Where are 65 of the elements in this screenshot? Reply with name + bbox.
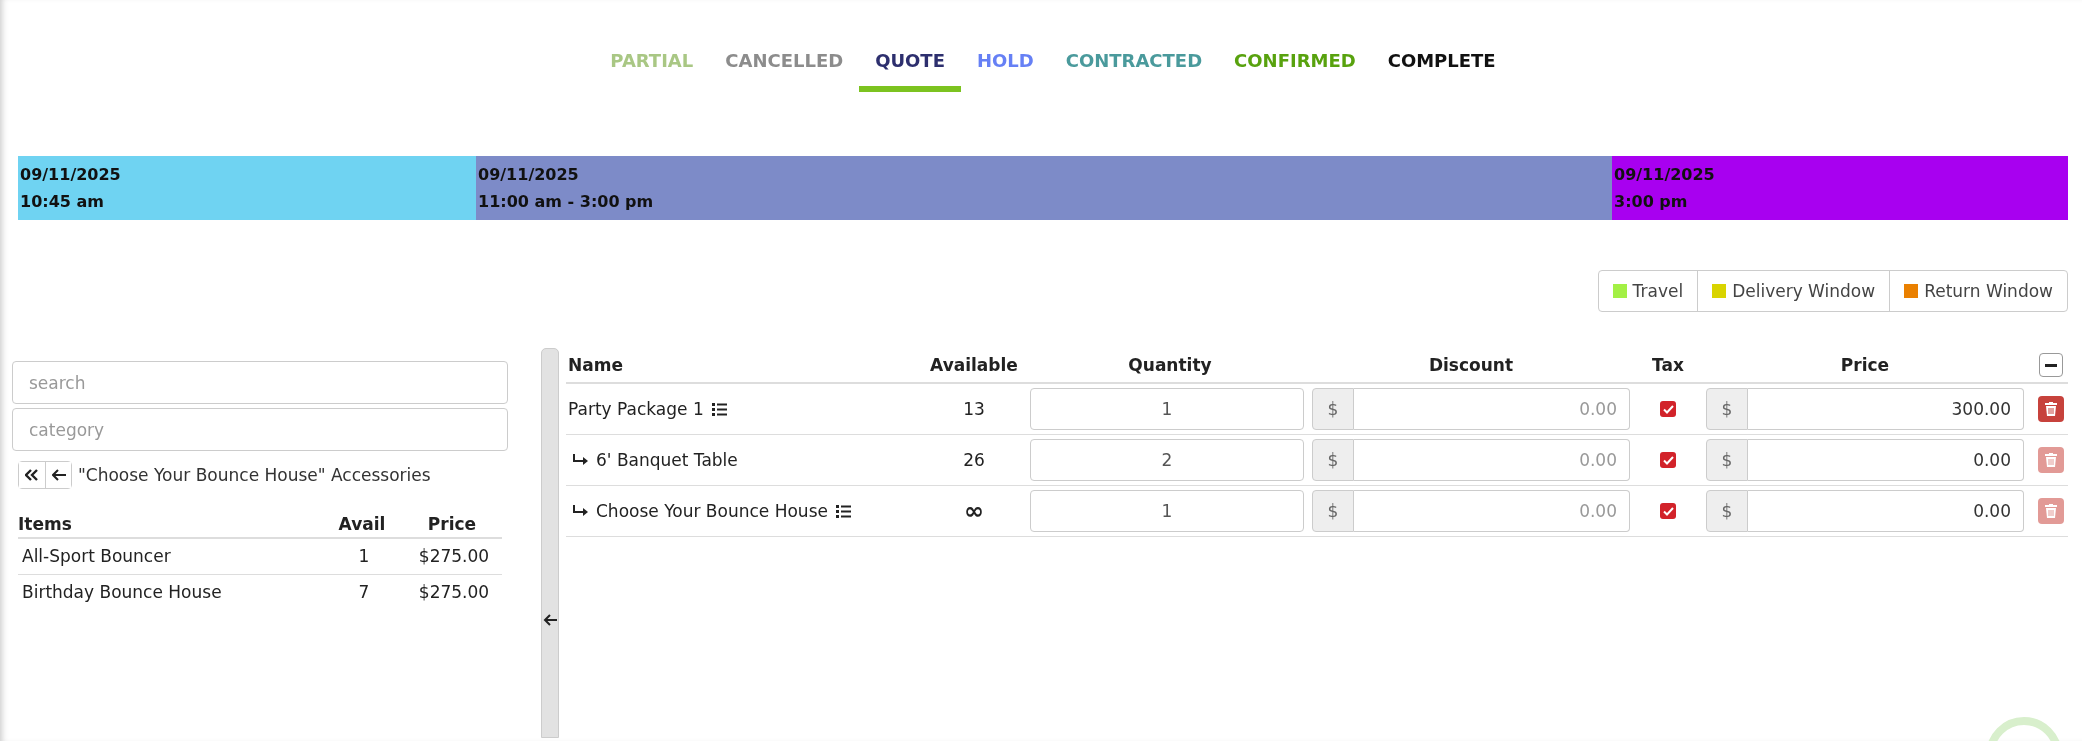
legend-label: Delivery Window [1732, 281, 1876, 301]
item-name[interactable]: All-Sport Bouncer [18, 538, 322, 575]
column-header: Quantity [1127, 355, 1213, 375]
table-cell: $275.00 [402, 538, 502, 575]
trash-icon [2045, 402, 2057, 416]
quantity-field[interactable]: 2 [1030, 439, 1304, 481]
product-name: Choose Your Bounce House [596, 501, 828, 521]
currency-addon: $ [1706, 439, 1748, 481]
trash-icon [2045, 504, 2057, 518]
tax-checkbox[interactable] [1660, 503, 1676, 519]
column-header: Avail [322, 511, 402, 538]
search-field[interactable]: search [12, 361, 508, 404]
price-field[interactable]: 0.00 [1748, 490, 2024, 532]
currency-addon: $ [1312, 388, 1354, 430]
category-title: "Choose Your Bounce House" Accessories [78, 465, 431, 485]
column-header: Available [929, 355, 1019, 375]
arrow-left-icon [51, 469, 66, 481]
list-icon[interactable] [711, 402, 727, 416]
status-tab[interactable]: COMPLETE [1371, 46, 1512, 92]
back-button[interactable] [45, 462, 71, 488]
product-name: Party Package 1 [568, 399, 704, 419]
tax-checkbox[interactable] [1660, 452, 1676, 468]
segment-date: 09/11/2025 [1614, 165, 1716, 184]
currency-addon: $ [1312, 439, 1354, 481]
legend-label: Travel [1632, 281, 1684, 301]
quantity-field[interactable]: 1 [1030, 388, 1304, 430]
segment-time: 11:00 am - 3:00 pm [478, 192, 655, 211]
return-arrow-icon [572, 454, 588, 466]
category-field[interactable]: category [12, 408, 508, 451]
table-cell: 7 [322, 574, 402, 610]
price-field[interactable]: 300.00 [1748, 388, 2024, 430]
column-header: Items [18, 511, 322, 538]
currency-addon: $ [1312, 490, 1354, 532]
available-count: ∞ [963, 497, 985, 525]
available-count: 26 [962, 450, 986, 470]
segment-date: 09/11/2025 [20, 165, 122, 184]
arrow-left-icon [543, 613, 557, 627]
column-header: Price [402, 511, 502, 538]
return-arrow-icon [572, 505, 588, 517]
minus-icon [2045, 363, 2057, 367]
collapse-button[interactable] [2039, 353, 2063, 377]
quantity-field[interactable]: 1 [1030, 490, 1304, 532]
list-icon[interactable] [835, 504, 851, 518]
status-tab[interactable]: QUOTE [859, 46, 961, 92]
available-count: 13 [962, 399, 986, 419]
segment-time: 10:45 am [20, 192, 105, 211]
table-cell: 1 [322, 538, 402, 575]
trash-icon [2045, 453, 2057, 467]
column-header: Name [567, 355, 624, 375]
column-header: Discount [1427, 355, 1515, 375]
double-chevron-left-icon [25, 469, 39, 481]
legend-label: Return Window [1924, 281, 2053, 301]
segment-date: 09/11/2025 [478, 165, 580, 184]
currency-addon: $ [1706, 388, 1748, 430]
currency-addon: $ [1706, 490, 1748, 532]
column-header: Price [1839, 355, 1891, 375]
item-name[interactable]: Birthday Bounce House [18, 574, 322, 610]
status-tab[interactable]: HOLD [960, 46, 1050, 92]
product-name: 6' Banquet Table [596, 450, 738, 470]
table-cell: $275.00 [402, 574, 502, 610]
delete-button[interactable] [2038, 396, 2064, 422]
price-field[interactable]: 0.00 [1748, 439, 2024, 481]
tax-checkbox[interactable] [1660, 401, 1676, 417]
segment-time: 3:00 pm [1614, 192, 1689, 211]
column-header: Tax [1651, 355, 1685, 375]
